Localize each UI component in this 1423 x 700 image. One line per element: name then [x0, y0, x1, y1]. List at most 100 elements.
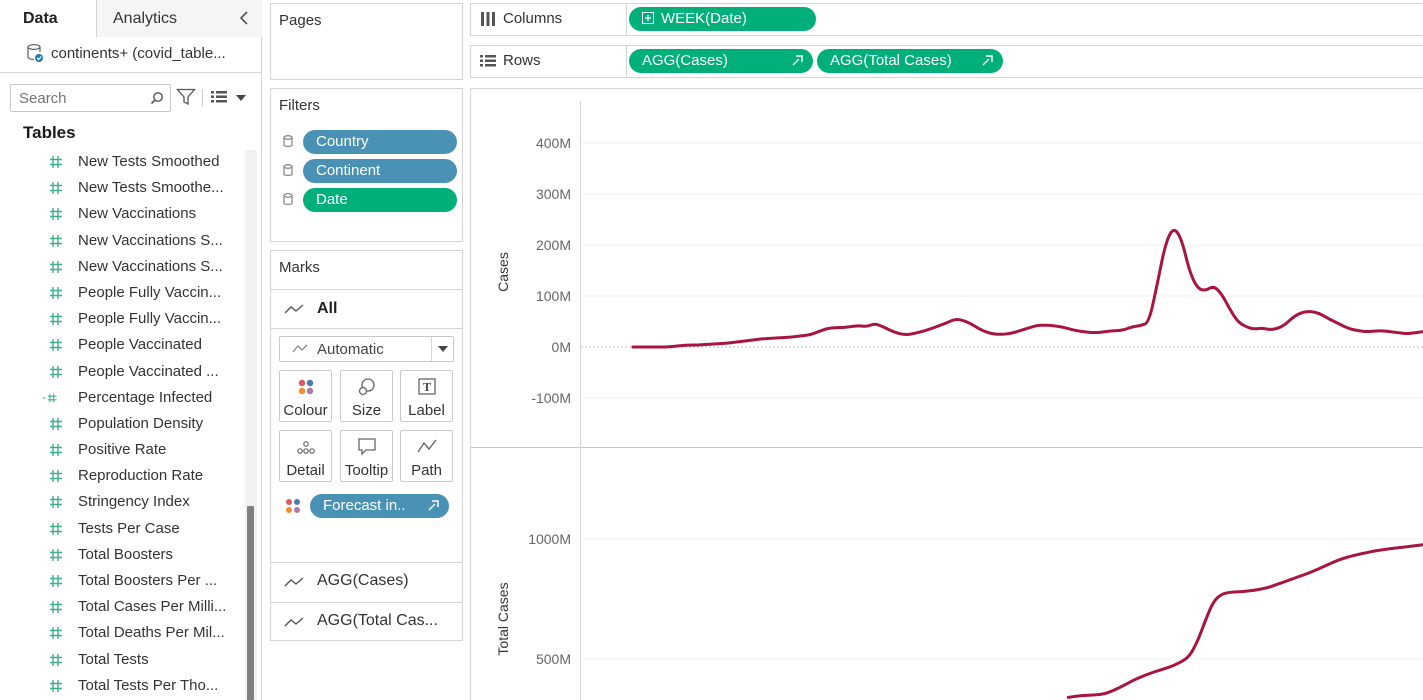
y-tick-label: 400M — [536, 135, 571, 151]
week-date-pill[interactable]: WEEK(Date) — [629, 7, 816, 31]
rows-shelf[interactable]: Rows AGG(Cases) AGG(Total Cases) — [470, 45, 1423, 78]
columns-icon — [481, 12, 495, 26]
colour-label: Colour — [283, 402, 328, 419]
measure-icon — [50, 260, 62, 273]
search-box[interactable] — [10, 84, 171, 112]
measure-icon — [50, 339, 62, 352]
series-line-cases[interactable] — [631, 228, 1423, 349]
rows-label: Rows — [503, 52, 541, 69]
detail-button[interactable]: Detail — [279, 430, 332, 482]
field-label: Population Density — [78, 414, 204, 432]
field-item[interactable]: New Vaccinations — [0, 201, 240, 227]
field-item[interactable]: Positive Rate — [0, 437, 240, 463]
field-label: Positive Rate — [78, 441, 167, 459]
field-label: New Tests Smoothed — [78, 153, 220, 170]
filter-icon[interactable] — [176, 88, 196, 106]
colour-icon — [286, 499, 300, 513]
line-mark-icon — [292, 344, 308, 353]
marks-title: Marks — [279, 259, 320, 276]
agg-cases-pill-label: AGG(Cases) — [642, 52, 728, 69]
field-item[interactable]: Total Boosters Per ... — [0, 568, 240, 594]
search-icon[interactable] — [150, 91, 164, 105]
filter-pill-date[interactable]: Date — [303, 188, 457, 212]
filters-title: Filters — [279, 97, 320, 114]
columns-shelf-label: Columns — [471, 4, 627, 35]
agg-cases-pill[interactable]: AGG(Cases) — [629, 49, 813, 73]
search-input[interactable] — [19, 86, 149, 110]
field-item[interactable]: Total Tests — [0, 647, 240, 673]
measure-icon — [50, 522, 62, 535]
field-item[interactable]: Total Deaths Per Mil... — [0, 620, 240, 646]
field-item[interactable]: Total Boosters — [0, 542, 240, 568]
agg-total-cases-pill-label: AGG(Total Cases) — [830, 52, 952, 69]
field-item[interactable]: New Vaccinations S... — [0, 228, 240, 254]
detail-icon — [297, 441, 315, 454]
filter-date[interactable]: Date — [283, 188, 458, 212]
field-item[interactable]: Percentage Infected — [0, 385, 240, 411]
filter-country[interactable]: Country — [283, 130, 458, 154]
field-label: Total Deaths Per Mil... — [78, 624, 225, 642]
datasource-row[interactable]: continents+ (covid_table... — [26, 40, 226, 66]
field-label: Total Boosters Per ... — [78, 572, 218, 589]
marks-agg-cases[interactable]: AGG(Cases) — [271, 562, 462, 602]
filter-pill-country[interactable]: Country — [303, 130, 457, 154]
marks-agg-total-cases[interactable]: AGG(Total Cas... — [271, 602, 462, 642]
filter-pill-continent[interactable]: Continent — [303, 159, 457, 183]
field-item[interactable]: Stringency Index — [0, 489, 240, 515]
field-item[interactable]: New Tests Smoothed — [0, 149, 240, 175]
tooltip-button[interactable]: Tooltip — [340, 430, 393, 482]
pages-card[interactable]: Pages — [270, 3, 463, 80]
mark-type-dropdown[interactable]: Automatic — [279, 336, 454, 362]
colour-button[interactable]: Colour — [279, 370, 332, 422]
filters-card[interactable]: Filters Country Continent Date — [270, 88, 463, 242]
chevron-down-icon[interactable] — [236, 95, 246, 101]
mark-type-dropdown-button[interactable] — [431, 337, 453, 361]
line-chart[interactable]: 400M 300M 200M 100M 0M -100M Cases 1000M 500M Tot… — [471, 89, 1423, 700]
tab-data[interactable]: Data — [0, 0, 97, 37]
mark-type-label: Automatic — [317, 341, 384, 358]
field-item[interactable]: People Fully Vaccin... — [0, 280, 240, 306]
path-button[interactable]: Path — [400, 430, 453, 482]
field-item[interactable]: Population Density — [0, 411, 240, 437]
label-button[interactable]: T Label — [400, 370, 453, 422]
y-tick-label: -100M — [531, 390, 571, 406]
field-item[interactable]: New Tests Smoothe... — [0, 175, 240, 201]
field-item[interactable]: People Vaccinated — [0, 332, 240, 358]
pages-title: Pages — [279, 12, 322, 29]
agg-total-cases-pill-icon — [982, 55, 993, 66]
divider — [0, 72, 261, 73]
measure-icon — [50, 365, 62, 378]
path-icon — [417, 439, 437, 453]
collapse-pane-icon[interactable] — [238, 9, 252, 27]
scrollbar-thumb[interactable] — [247, 506, 254, 700]
view-list-icon[interactable] — [210, 90, 228, 104]
field-item[interactable]: Reproduction Rate — [0, 463, 240, 489]
field-item[interactable]: Total Tests Per Tho... — [0, 673, 240, 699]
columns-shelf[interactable]: Columns WEEK(Date) — [470, 3, 1423, 36]
measure-icon — [50, 548, 62, 561]
series-line-total-cases[interactable] — [1066, 543, 1423, 699]
forecast-pill-icon — [428, 500, 439, 511]
marks-colour-field[interactable]: Forecast in.. — [285, 494, 455, 518]
field-label: People Vaccinated — [78, 336, 202, 354]
marks-agg-total-cases-label: AGG(Total Cas... — [317, 612, 438, 629]
field-item[interactable]: New Vaccinations S... — [0, 254, 240, 280]
viz-canvas[interactable]: 400M 300M 200M 100M 0M -100M Cases 1000M 500M Tot… — [470, 88, 1423, 700]
field-label: Total Boosters — [78, 545, 174, 563]
measure-icon — [50, 601, 62, 614]
filter-continent[interactable]: Continent — [283, 159, 458, 183]
y-tick-label: 500M — [536, 651, 571, 667]
field-item[interactable]: People Vaccinated ... — [0, 359, 240, 385]
forecast-pill[interactable]: Forecast in.. — [310, 494, 449, 518]
y-tick-label: 300M — [536, 186, 571, 202]
marks-all-tab[interactable]: All — [271, 289, 462, 329]
field-item[interactable]: Tests Per Case — [0, 516, 240, 542]
size-icon — [358, 378, 375, 396]
calculated-measure-icon — [42, 393, 57, 403]
field-item[interactable]: Total Cases Per Milli... — [0, 594, 240, 620]
y-tick-label: 100M — [536, 288, 571, 304]
path-label: Path — [411, 462, 442, 479]
size-button[interactable]: Size — [340, 370, 393, 422]
field-item[interactable]: People Fully Vaccin... — [0, 306, 240, 332]
agg-total-cases-pill[interactable]: AGG(Total Cases) — [817, 49, 1003, 73]
